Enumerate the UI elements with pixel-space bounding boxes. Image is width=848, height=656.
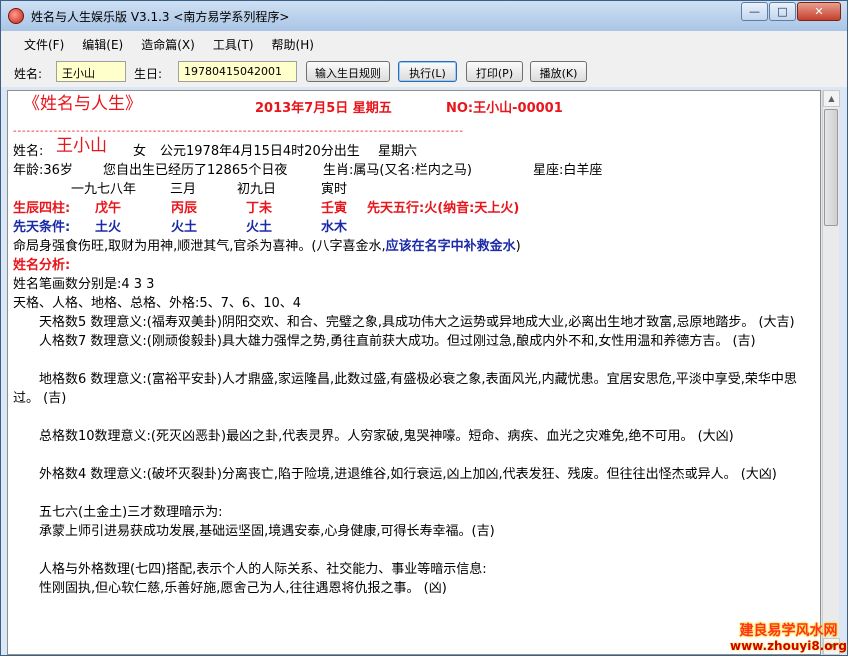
condition-day: 火土 [246,220,273,235]
play-button[interactable]: 播放(K) [530,61,587,82]
scroll-up-icon[interactable]: ▲ [823,90,840,107]
name-input[interactable]: 王小山 [56,61,126,82]
menu-fate[interactable]: 造命篇(X) [132,33,204,56]
condition-month: 火土 [171,220,198,235]
pillar-hour: 壬寅 [321,201,348,216]
window-controls: — □ ✕ [740,2,841,21]
birth-label: 生日: [134,67,163,81]
print-button[interactable]: 打印(P) [466,61,523,82]
three-talents-text: 承蒙上师引进易获成功发展,基础运坚固,境遇安泰,心身健康,可得长寿幸福。(吉) [39,524,495,539]
name-line-label: 姓名: [13,144,44,159]
birth-weekday: 星期六 [378,144,418,159]
menu-edit[interactable]: 编辑(E) [73,33,132,56]
zodiac-text: 生肖:属马(又名:栏内之马) [323,163,472,178]
condition-hour: 水木 [321,220,348,235]
age-text: 年龄:36岁 [13,163,73,178]
birth-rule-button[interactable]: 输入生日规则 [306,61,390,82]
menu-help[interactable]: 帮助(H) [263,33,323,56]
stroke-counts: 姓名笔画数分别是:4 3 3 [13,277,155,292]
condition-label: 先天条件: [13,220,71,235]
scroll-down-icon[interactable]: ▼ [823,638,840,655]
window-title: 姓名与人生娱乐版 V3.1.3 <南方易学系列程序> [31,10,290,24]
total-grid-text: 总格数10数理意义:(死灭凶恶卦)最凶之卦,代表灵界。人穷家破,鬼哭神嚎。短命、… [39,429,734,444]
analysis-heading: 姓名分析: [13,258,71,273]
pillars-label: 生辰四柱: [13,201,71,216]
person-gender: 女 [133,144,147,159]
pillar-day: 丁未 [246,201,273,216]
close-icon[interactable]: ✕ [797,2,841,21]
person-grid-text: 人格数7 数理意义:(刚顽俊毅卦)具大雄力强悍之势,勇往直前获大成功。但过刚过急… [39,334,756,349]
name-label: 姓名: [14,67,43,81]
menu-bar: 文件(F) 编辑(E) 造命篇(X) 工具(T) 帮助(H) [1,31,847,57]
lunar-hour: 寅时 [321,182,348,197]
report-title: 《姓名与人生》 [23,94,142,114]
earth-grid-text: 地格数6 数理意义:(富裕平安卦)人才鼎盛,家运隆昌,此数过盛,有盛极必衰之象,… [13,372,797,406]
star-sign-text: 星座:白羊座 [533,163,603,178]
fate-text: 命局身强食伤旺,取财为用神,顺泄其气,官杀为喜神。(八字喜金水, [13,239,386,254]
lunar-month: 三月 [170,182,197,197]
scroll-thumb[interactable] [824,109,838,226]
app-window: 姓名与人生娱乐版 V3.1.3 <南方易学系列程序> — □ ✕ 文件(F) 编… [0,0,848,656]
app-logo-icon[interactable] [8,8,24,24]
person-name: 王小山 [56,136,107,156]
fate-advice: 应该在名字中补救金水 [385,239,516,254]
five-elements: 先天五行:火(纳音:天上火) [367,201,520,216]
heaven-grid-text: 天格数5 数理意义:(福寿双美卦)阴阳交欢、和合、完璧之象,具成功伟大之运势或异… [39,315,795,330]
three-talents-heading: 五七六(土金土)三才数理暗示为: [39,505,223,520]
lunar-year: 一九七八年 [71,182,137,197]
report-number: NO:王小山-00001 [446,101,563,116]
execute-button[interactable]: 执行(L) [398,61,457,82]
pairing-heading: 人格与外格数理(七四)搭配,表示个人的人际关系、社交能力、事业等暗示信息: [39,562,487,577]
title-bar[interactable]: 姓名与人生娱乐版 V3.1.3 <南方易学系列程序> — □ ✕ [1,1,847,31]
pillar-month: 丙辰 [171,201,198,216]
minimize-icon[interactable]: — [741,2,768,21]
menu-file[interactable]: 文件(F) [15,33,73,56]
menu-tools[interactable]: 工具(T) [204,33,263,56]
report-date: 2013年7月5日 星期五 [255,101,392,116]
maximize-icon[interactable]: □ [769,2,796,21]
fate-close: ) [515,239,521,254]
lunar-day: 初九日 [237,182,277,197]
pairing-text: 性刚固执,但心软仁慈,乐善好施,愿舍己为人,往往遇恩将仇报之事。 (凶) [39,581,447,596]
toolbar: 姓名: 王小山 生日: 19780415042001 输入生日规则 执行(L) … [1,57,847,87]
grid-values: 天格、人格、地格、总格、外格:5、7、6、10、4 [13,296,302,311]
result-text-area[interactable]: 《姓名与人生》 2013年7月5日 星期五 NO:王小山-00001 -----… [7,90,821,655]
pillar-year: 戊午 [95,201,122,216]
report: 《姓名与人生》 2013年7月5日 星期五 NO:王小山-00001 -----… [13,95,819,598]
birth-input[interactable]: 19780415042001 [178,61,297,82]
outer-grid-text: 外格数4 数理意义:(破坏灭裂卦)分离丧亡,陷于险境,进退维谷,如行衰运,凶上加… [39,467,777,482]
vertical-scrollbar[interactable]: ▲ ▼ [822,90,840,655]
birth-text: 公元1978年4月15日4时20分出生 [160,144,360,159]
condition-year: 土火 [95,220,122,235]
days-text: 您自出生已经历了12865个日夜 [103,163,288,178]
